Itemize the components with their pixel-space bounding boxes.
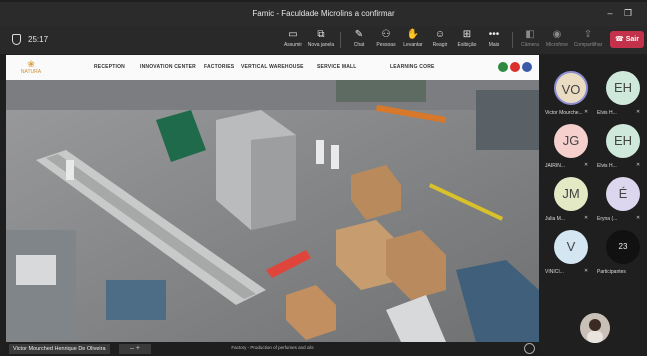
new-window-icon: ⧉ — [317, 29, 325, 40]
avatar: JG — [554, 124, 588, 158]
self-video-thumbnail — [587, 319, 603, 343]
participant-tile[interactable]: JG JAIRIN... ✕ — [544, 120, 596, 174]
react-label: Reagir — [432, 42, 448, 48]
avatar: VO — [554, 71, 588, 105]
avatar: EH — [606, 71, 640, 105]
view-icon: ⊞ — [462, 29, 472, 40]
new-window-label: Nova janela — [307, 42, 335, 48]
avatar: É — [606, 177, 640, 211]
avatar: EH — [606, 124, 640, 158]
camera-icon: ◧ — [525, 29, 535, 40]
window-title: Famic - Faculdade Microlins a confirmar — [252, 9, 395, 18]
shared-screen: ❀ NATURA RECEPTION INNOVATION CENTER FAC… — [6, 55, 539, 356]
react-icon: ☺ — [434, 29, 446, 40]
take-control-label: Assumir — [283, 42, 303, 48]
nav-innovation-center[interactable]: INNOVATION CENTER — [140, 64, 196, 70]
maximize-button[interactable]: ❐ — [621, 6, 635, 20]
participant-name: Elvis H... — [597, 110, 617, 116]
teams-meeting-window: Famic - Faculdade Microlins a confirmar … — [0, 0, 647, 356]
nav-service-mall[interactable]: SERVICE MALL — [317, 64, 357, 70]
participant-tile[interactable]: V VINICI... ✕ — [544, 226, 596, 280]
new-window-button[interactable]: ⧉ Nova janela — [306, 28, 336, 54]
share-button[interactable]: ⇪ Compartilhar — [573, 28, 603, 54]
take-control-button[interactable]: ▭ Assumir — [278, 28, 308, 54]
avatar: V — [554, 230, 588, 264]
meeting-toolbar: 25:17 ▭ Assumir ⧉ Nova janela ✎ Chat ⚇ P… — [0, 26, 647, 54]
leave-button[interactable]: ☎ Sair — [610, 31, 644, 48]
mic-off-icon: ✕ — [584, 268, 589, 274]
camera-button[interactable]: ◧ Câmera — [515, 28, 545, 54]
title-bar: Famic - Faculdade Microlins a confirmar … — [0, 2, 647, 26]
people-button[interactable]: ⚇ Pessoas — [371, 28, 401, 54]
stage-footer: Victor Mourched Henrique De Oliveira – +… — [6, 342, 539, 356]
mic-off-icon: ✕ — [636, 162, 641, 168]
people-label: Pessoas — [376, 42, 396, 48]
shield-icon — [12, 34, 21, 45]
scene-caption: Factory - Production of perfumes and oil… — [231, 345, 314, 350]
participant-tile[interactable]: EH Elvis H... ✕ — [596, 120, 647, 174]
nav-factories[interactable]: FACTORIES — [204, 64, 234, 70]
participant-name: JAIRIN... — [545, 163, 566, 169]
participant-name: Elvis H... — [597, 163, 617, 169]
raise-hand-icon: ✋ — [406, 29, 420, 40]
flower-icon: ❀ — [27, 59, 35, 69]
nav-reception[interactable]: RECEPTION — [94, 64, 125, 70]
more-label: Mais — [488, 42, 500, 48]
factory-360-view[interactable] — [6, 80, 539, 342]
participant-tile[interactable]: JM Julia M... ✕ — [544, 173, 596, 227]
participant-tile[interactable]: É Éryna (... ✕ — [596, 173, 647, 227]
view-button[interactable]: ⊞ Exibição — [452, 28, 482, 54]
raise-hand-label: Levantar — [403, 42, 423, 48]
nav-vertical-warehouse[interactable]: VERTICAL WAREHOUSE — [241, 64, 304, 70]
share-label: Compartilhar — [573, 42, 603, 48]
participant-name: Julia M... — [545, 216, 566, 222]
participant-name: Éryna (... — [597, 216, 618, 222]
brazil-flag-icon[interactable] — [498, 62, 508, 72]
chat-label: Chat — [353, 42, 365, 48]
mic-off-icon: ✕ — [636, 109, 641, 115]
participants-label: Participantes — [597, 269, 626, 275]
nav-learning-core[interactable]: LEARNING CORE — [390, 64, 435, 70]
participant-name: Victor Mourche... — [545, 110, 583, 116]
mic-off-icon: ✕ — [584, 109, 589, 115]
meeting-timer: 25:17 — [28, 35, 49, 44]
chat-button[interactable]: ✎ Chat — [344, 28, 374, 54]
minimize-button[interactable]: – — [603, 6, 617, 20]
website-header: ❀ NATURA RECEPTION INNOVATION CENTER FAC… — [6, 55, 539, 80]
share-icon: ⇪ — [583, 29, 593, 40]
camera-label: Câmera — [521, 42, 539, 48]
leave-label: Sair — [625, 36, 639, 43]
logo-text: NATURA — [20, 69, 42, 75]
more-button[interactable]: ••• Mais — [479, 28, 509, 54]
toolbar-divider — [512, 32, 513, 48]
usa-flag-icon[interactable] — [522, 62, 532, 72]
people-icon: ⚇ — [381, 29, 391, 40]
mic-off-icon: ✕ — [584, 162, 589, 168]
participants-panel: VO Victor Mourche... ✕ EH Elvis H... ✕ J… — [540, 55, 647, 356]
phone-icon: ☎ — [615, 36, 624, 43]
microphone-label: Microfone — [546, 42, 568, 48]
participant-tile[interactable]: EH Elvis H... ✕ — [596, 67, 647, 121]
self-video — [580, 313, 610, 343]
microphone-button[interactable]: ◉ Microfone — [542, 28, 572, 54]
raise-hand-button[interactable]: ✋ Levantar — [398, 28, 428, 54]
microphone-icon: ◉ — [552, 29, 562, 40]
mic-off-icon: ✕ — [584, 215, 589, 221]
natura-logo[interactable]: ❀ NATURA — [18, 59, 44, 77]
chat-icon: ✎ — [354, 29, 364, 40]
react-button[interactable]: ☺ Reagir — [425, 28, 455, 54]
view-label: Exibição — [457, 42, 477, 48]
more-icon: ••• — [488, 29, 500, 40]
participants-overflow[interactable]: 23 Participantes — [596, 226, 647, 280]
participant-name: VINICI... — [545, 269, 564, 275]
avatar: JM — [554, 177, 588, 211]
participant-tile[interactable]: VO Victor Mourche... ✕ — [544, 67, 596, 121]
take-control-icon: ▭ — [288, 29, 298, 40]
toolbar-divider — [340, 32, 341, 48]
spain-flag-icon[interactable] — [510, 62, 520, 72]
mic-off-icon: ✕ — [636, 215, 641, 221]
expand-icon[interactable] — [524, 343, 535, 354]
participant-count: 23 — [606, 230, 640, 264]
factory-floor-illustration — [6, 80, 539, 342]
